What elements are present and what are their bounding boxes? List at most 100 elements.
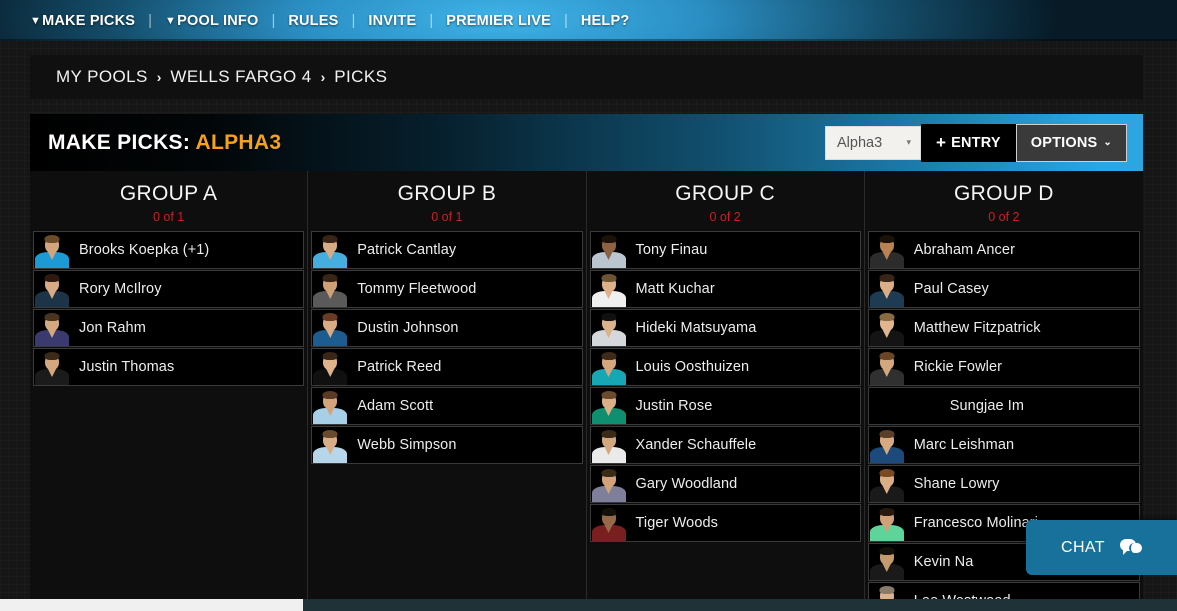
player-avatar bbox=[868, 583, 905, 600]
player-avatar bbox=[868, 427, 905, 463]
player-name: Tiger Woods bbox=[635, 515, 718, 531]
player-pick-row[interactable]: Marc Leishman bbox=[867, 426, 1140, 464]
plus-icon: + bbox=[935, 133, 947, 152]
player-name: Patrick Reed bbox=[357, 359, 442, 375]
player-pick-row[interactable]: Justin Thomas bbox=[33, 348, 305, 386]
group-header: GROUP D 0 of 2 bbox=[868, 171, 1140, 224]
player-avatar bbox=[868, 310, 905, 346]
player-avatar bbox=[34, 271, 70, 307]
nav-make-picks[interactable]: ▼MAKE PICKS bbox=[28, 13, 137, 29]
caret-down-icon: ▼ bbox=[30, 14, 42, 27]
player-pick-row[interactable]: Sungjae Im bbox=[867, 387, 1140, 425]
player-pick-row[interactable]: Louis Oosthuizen bbox=[589, 348, 861, 386]
player-pick-row[interactable]: Hideki Matsuyama bbox=[589, 309, 861, 347]
player-pick-row[interactable]: Jon Rahm bbox=[33, 309, 305, 347]
nav-item-label: HELP? bbox=[580, 12, 630, 29]
player-avatar bbox=[590, 466, 627, 502]
player-avatar bbox=[312, 427, 349, 463]
player-avatar bbox=[868, 349, 905, 385]
group-pick-count: 0 of 2 bbox=[988, 210, 1020, 224]
player-name: Sungjae Im bbox=[949, 398, 1025, 414]
player-pick-row[interactable]: Patrick Reed bbox=[311, 348, 583, 386]
player-avatar bbox=[868, 466, 905, 502]
group-pick-count: 0 of 1 bbox=[431, 210, 463, 224]
nav-invite[interactable]: INVITE bbox=[366, 13, 418, 29]
player-pick-row[interactable]: Gary Woodland bbox=[589, 465, 861, 503]
nav-separator: | bbox=[148, 12, 153, 29]
breadcrumb-item-pool[interactable]: WELLS FARGO 4 bbox=[170, 67, 311, 87]
group-pick-count: 0 of 1 bbox=[152, 210, 185, 224]
player-avatar bbox=[868, 505, 905, 541]
caret-down-icon: ▼ bbox=[165, 14, 177, 27]
player-avatar bbox=[868, 232, 905, 268]
player-avatar bbox=[312, 271, 349, 307]
player-name: Marc Leishman bbox=[913, 437, 1015, 453]
nav-pool-info[interactable]: ▼POOL INFO bbox=[163, 13, 260, 29]
nav-premier-live[interactable]: PREMIER LIVE bbox=[444, 13, 553, 29]
breadcrumb-item-picks: PICKS bbox=[334, 67, 388, 86]
player-avatar bbox=[590, 505, 627, 541]
player-pick-row[interactable]: Abraham Ancer bbox=[867, 231, 1140, 269]
player-pick-row[interactable]: Tony Finau bbox=[589, 231, 861, 269]
player-pick-row[interactable]: Justin Rose bbox=[589, 387, 861, 425]
group-pick-count: 0 of 2 bbox=[709, 210, 741, 224]
player-avatar bbox=[590, 427, 627, 463]
nav-help[interactable]: HELP? bbox=[579, 13, 632, 29]
player-pick-row[interactable]: Matt Kuchar bbox=[589, 270, 861, 308]
nav-separator: | bbox=[563, 12, 568, 29]
player-pick-row[interactable]: Brooks Koepka (+1) bbox=[33, 231, 305, 269]
player-name: Dustin Johnson bbox=[357, 320, 459, 336]
player-avatar bbox=[34, 232, 70, 268]
chat-label: CHAT bbox=[1061, 538, 1105, 556]
player-pick-row[interactable]: Patrick Cantlay bbox=[311, 231, 583, 269]
player-avatar bbox=[34, 349, 70, 385]
player-avatar bbox=[868, 388, 905, 424]
page-horizontal-scrollbar-thumb[interactable] bbox=[0, 599, 303, 611]
breadcrumb-separator-icon: › bbox=[156, 69, 162, 85]
player-pick-row[interactable]: Tiger Woods bbox=[589, 504, 861, 542]
page-title-prefix: MAKE PICKS: bbox=[48, 130, 191, 154]
group-title: GROUP B bbox=[397, 182, 497, 205]
player-name: Shane Lowry bbox=[913, 476, 1000, 492]
add-entry-button[interactable]: + ENTRY bbox=[920, 123, 1016, 162]
player-name: Brooks Koepka (+1) bbox=[79, 242, 210, 258]
nav-separator: | bbox=[271, 12, 276, 29]
group-title: GROUP A bbox=[119, 182, 218, 205]
entry-select-value: Alpha3 bbox=[836, 134, 883, 151]
entry-select-dropdown[interactable]: Alpha3 ▾ bbox=[824, 125, 921, 160]
nav-item-label: RULES bbox=[288, 12, 339, 29]
player-name: Tony Finau bbox=[635, 242, 708, 258]
player-avatar bbox=[312, 232, 349, 268]
nav-rules[interactable]: RULES bbox=[286, 13, 340, 29]
player-pick-row[interactable]: Xander Schauffele bbox=[589, 426, 861, 464]
player-name: Webb Simpson bbox=[357, 437, 457, 453]
player-pick-row[interactable]: Lee Westwood bbox=[867, 582, 1140, 600]
player-pick-row[interactable]: Rory McIlroy bbox=[33, 270, 305, 308]
chat-widget-button[interactable]: CHAT bbox=[1026, 520, 1177, 575]
player-avatar bbox=[312, 310, 349, 346]
options-button[interactable]: OPTIONS ⌄ bbox=[1015, 123, 1127, 162]
player-pick-row[interactable]: Adam Scott bbox=[311, 387, 583, 425]
page-horizontal-scrollbar[interactable] bbox=[0, 599, 1177, 611]
player-name: Matthew Fitzpatrick bbox=[913, 320, 1041, 336]
player-pick-row[interactable]: Shane Lowry bbox=[867, 465, 1140, 503]
player-name: Francesco Molinari bbox=[913, 515, 1039, 531]
player-pick-row[interactable]: Tommy Fleetwood bbox=[311, 270, 583, 308]
player-pick-row[interactable]: Paul Casey bbox=[867, 270, 1140, 308]
player-pick-row[interactable]: Rickie Fowler bbox=[867, 348, 1140, 386]
player-name: Jon Rahm bbox=[79, 320, 146, 336]
player-avatar bbox=[590, 349, 627, 385]
group-column: GROUP C 0 of 2 Tony Finau Matt Kuchar Hideki… bbox=[587, 171, 865, 600]
breadcrumb-item-my-pools[interactable]: MY POOLS bbox=[56, 67, 148, 87]
player-name: Louis Oosthuizen bbox=[635, 359, 750, 375]
nav-item-label: POOL INFO bbox=[177, 12, 259, 29]
player-pick-row[interactable]: Matthew Fitzpatrick bbox=[867, 309, 1140, 347]
player-name: Rickie Fowler bbox=[913, 359, 1003, 375]
nav-item-label: PREMIER LIVE bbox=[446, 12, 551, 29]
player-pick-row[interactable]: Dustin Johnson bbox=[311, 309, 583, 347]
player-pick-row[interactable]: Webb Simpson bbox=[311, 426, 583, 464]
player-name: Kevin Na bbox=[913, 554, 974, 570]
nav-separator: | bbox=[429, 12, 434, 29]
picks-groups-grid: GROUP A 0 of 1 Brooks Koepka (+1) Rory McIl… bbox=[30, 171, 1143, 600]
player-avatar bbox=[34, 310, 70, 346]
